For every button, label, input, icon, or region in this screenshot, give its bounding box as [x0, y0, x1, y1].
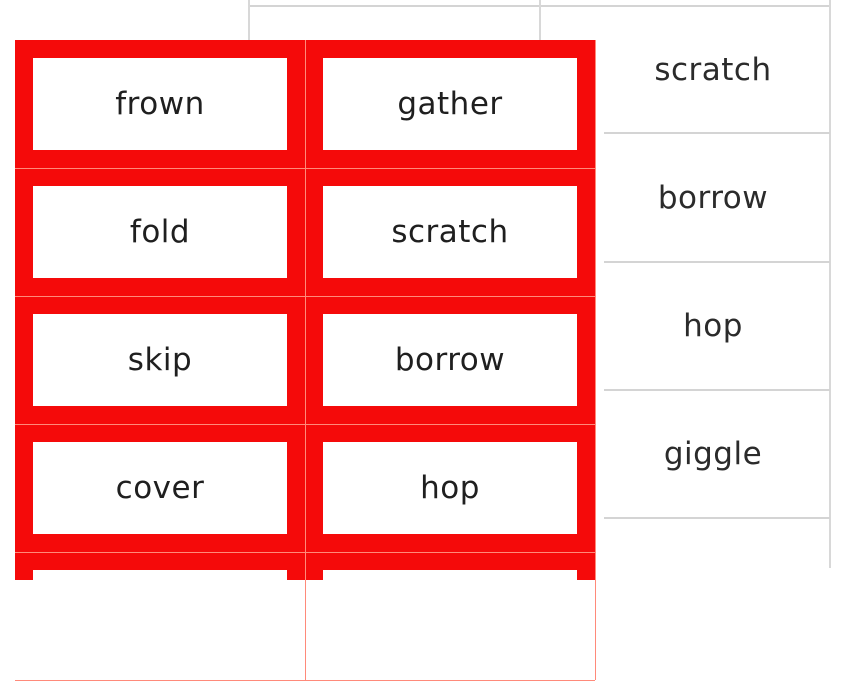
word-card: skip — [15, 296, 306, 425]
word-card: borrow — [305, 296, 596, 425]
table-line — [604, 389, 830, 391]
table-line — [604, 517, 830, 519]
word-list-item: borrow — [657, 180, 769, 216]
word-card — [15, 552, 306, 681]
word-card-label: cover — [33, 442, 287, 534]
word-card: scratch — [305, 168, 596, 297]
word-card-label: hop — [323, 442, 577, 534]
word-list-item: scratch — [654, 52, 772, 88]
table-line — [604, 261, 830, 263]
word-card-label — [323, 570, 577, 662]
word-card: fold — [15, 168, 306, 297]
word-list-item — [597, 530, 829, 590]
word-card: cover — [15, 424, 306, 553]
word-card-label: skip — [33, 314, 287, 406]
word-card-label: scratch — [323, 186, 577, 278]
word-card — [305, 552, 596, 681]
table-line — [248, 0, 250, 40]
word-card: gather — [305, 40, 596, 169]
word-card-label: fold — [33, 186, 287, 278]
word-card-label: gather — [323, 58, 577, 150]
word-card-label: borrow — [323, 314, 577, 406]
word-card-label: frown — [33, 58, 287, 150]
word-list-item: hop — [683, 308, 743, 344]
word-card-label — [33, 570, 287, 662]
table-line — [829, 0, 831, 568]
word-card-sheet: frown gather fold scratch skip borrow co… — [15, 40, 596, 681]
word-card: hop — [305, 424, 596, 553]
table-line — [604, 132, 830, 134]
word-list-item: giggle — [663, 436, 763, 472]
word-card: frown — [15, 40, 306, 169]
table-line — [539, 0, 541, 40]
